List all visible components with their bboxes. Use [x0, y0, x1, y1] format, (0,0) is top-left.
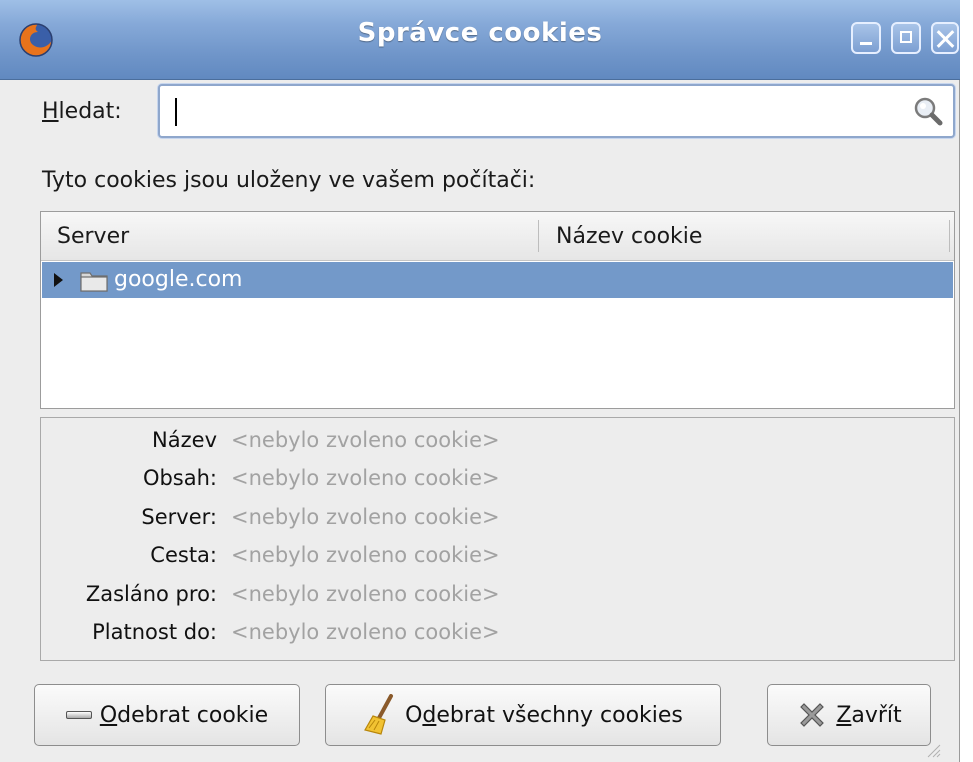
search-field[interactable] — [158, 84, 955, 138]
close-icon[interactable] — [931, 22, 959, 54]
folder-icon — [80, 272, 108, 292]
detail-label: Platnost do: — [92, 620, 217, 644]
cookies-info-text: Tyto cookies jsou uloženy ve vašem počít… — [42, 168, 536, 193]
remove-all-cookies-button[interactable]: Odebrat všechny cookies — [325, 684, 721, 746]
minus-icon — [65, 711, 92, 719]
remove-cookie-label: Odebrat cookie — [100, 703, 268, 728]
column-separator[interactable] — [538, 220, 539, 252]
detail-row-send-for: Zasláno pro: <nebylo zvoleno cookie> — [41, 582, 954, 620]
search-label-mnemonic: H — [42, 99, 59, 124]
tree-row[interactable]: google.com — [42, 262, 953, 298]
tree-row-label: google.com — [114, 267, 243, 292]
detail-label: Cesta: — [150, 543, 217, 567]
detail-row-name: Název <nebylo zvoleno cookie> — [41, 428, 954, 466]
column-separator[interactable] — [949, 220, 950, 252]
detail-label: Název — [152, 428, 217, 452]
window-title: Správce cookies — [357, 18, 603, 48]
maximize-icon[interactable] — [891, 22, 921, 54]
magnifier-icon[interactable] — [913, 96, 943, 126]
close-button[interactable]: Zavřít — [767, 684, 931, 746]
search-label-text: ledat: — [58, 99, 122, 124]
detail-value: <nebylo zvoleno cookie> — [231, 428, 500, 452]
detail-row-server: Server: <nebylo zvoleno cookie> — [41, 505, 954, 543]
remove-cookie-text: debrat cookie — [117, 702, 269, 728]
detail-value: <nebylo zvoleno cookie> — [231, 620, 500, 644]
remove-all-text: ebrat všechny cookies — [436, 702, 683, 728]
cookie-manager-window: Správce cookies Hledat: Tyto cookies jso… — [0, 0, 960, 762]
remove-cookie-mnemonic: O — [99, 702, 118, 728]
detail-value: <nebylo zvoleno cookie> — [231, 582, 500, 606]
close-mnemonic: Z — [836, 702, 852, 728]
detail-row-expires: Platnost do: <nebylo zvoleno cookie> — [41, 620, 954, 658]
remove-all-label: Odebrat všechny cookies — [405, 703, 683, 728]
broom-icon — [364, 694, 394, 735]
detail-value: <nebylo zvoleno cookie> — [231, 543, 500, 567]
search-label: Hledat: — [42, 99, 122, 124]
tree-header: Server Název cookie — [41, 212, 954, 261]
resize-grip-icon[interactable] — [925, 742, 941, 758]
remove-all-prefix: O — [405, 702, 423, 728]
detail-row-content: Obsah: <nebylo zvoleno cookie> — [41, 466, 954, 504]
search-input[interactable] — [170, 92, 894, 132]
close-x-icon — [800, 703, 825, 727]
detail-row-path: Cesta: <nebylo zvoleno cookie> — [41, 543, 954, 581]
detail-label: Obsah: — [142, 466, 217, 490]
cookie-details-panel: Název <nebylo zvoleno cookie> Obsah: <ne… — [40, 417, 955, 661]
remove-all-mnemonic: d — [422, 702, 437, 728]
column-header-server[interactable]: Server — [57, 212, 537, 260]
detail-value: <nebylo zvoleno cookie> — [231, 466, 500, 490]
minimize-icon[interactable] — [851, 22, 881, 54]
column-header-cookie-name[interactable]: Název cookie — [556, 212, 702, 260]
detail-label: Zasláno pro: — [85, 582, 217, 606]
expand-arrow-icon[interactable] — [54, 273, 63, 287]
close-label: Zavřít — [836, 703, 901, 728]
text-caret — [175, 98, 177, 126]
detail-label: Server: — [141, 505, 217, 529]
remove-cookie-button[interactable]: Odebrat cookie — [34, 684, 300, 746]
detail-value: <nebylo zvoleno cookie> — [231, 505, 500, 529]
cookie-tree[interactable]: Server Název cookie google.com — [40, 211, 955, 409]
title-bar[interactable]: Správce cookies — [0, 0, 960, 80]
close-text: avřít — [851, 702, 902, 728]
